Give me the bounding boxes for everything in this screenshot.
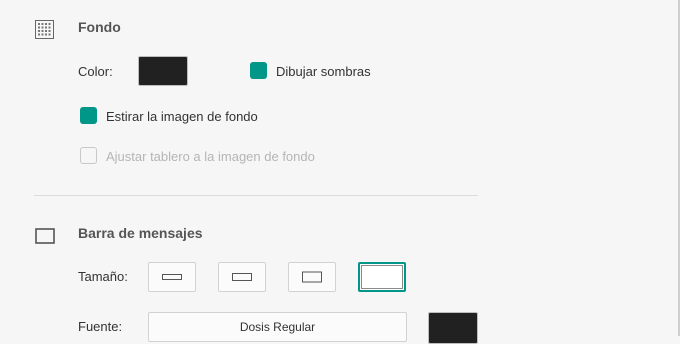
size-extra-large-button[interactable] [358,262,406,292]
stretch-background-checkbox[interactable] [80,107,97,124]
background-color-swatch[interactable] [138,56,188,86]
font-label: Fuente: [78,319,123,334]
size-small-button[interactable] [148,262,196,292]
fit-board-checkbox[interactable] [80,147,97,164]
font-select-button[interactable]: Dosis Regular [148,312,407,342]
message-bar-section-title: Barra de mensajes [78,225,203,241]
section-divider [34,195,478,196]
draw-shadows-label: Dibujar sombras [276,64,371,79]
size-label: Tamaño: [78,269,128,284]
draw-shadows-checkbox[interactable] [250,62,267,79]
font-color-swatch[interactable] [428,312,478,344]
color-label: Color: [78,64,113,79]
fit-board-label: Ajustar tablero a la imagen de fondo [106,149,315,164]
background-section-title: Fondo [78,19,121,35]
square-outline-icon [35,228,55,244]
size-large-button[interactable] [288,262,336,292]
stretch-background-label: Estirar la imagen de fondo [106,109,258,124]
size-medium-button[interactable] [218,262,266,292]
grid-icon [35,20,54,39]
